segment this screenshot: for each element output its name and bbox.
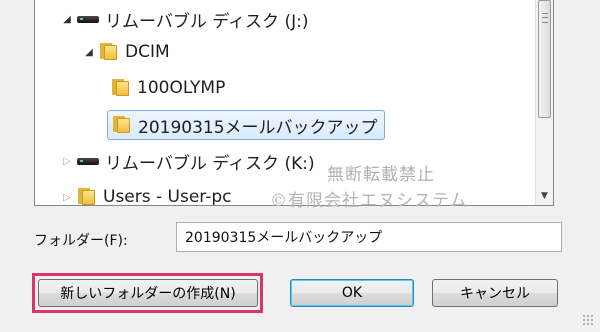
selected-item-highlight[interactable]: 20190315メールバックアップ <box>107 110 385 140</box>
tree-item-users[interactable]: ▷ Users - User-pc <box>61 182 232 206</box>
tree-item-100olymp[interactable]: 100OLYMP <box>111 73 225 103</box>
folder-icon <box>111 79 131 97</box>
expand-arrow-icon[interactable]: ◢ <box>61 13 73 25</box>
tree-item-label: リムーバブル ディスク (K:) <box>105 153 315 174</box>
tree-item-label: DCIM <box>125 42 170 62</box>
collapse-arrow-icon[interactable]: ▷ <box>61 155 73 167</box>
folder-field-label: フォルダー(F): <box>34 233 128 249</box>
removable-drive-icon <box>77 155 99 167</box>
folder-name-input[interactable] <box>176 222 562 252</box>
expand-arrow-icon[interactable]: ◢ <box>83 46 95 58</box>
folder-tree[interactable]: ◢ リムーバブル ディスク (J:) ◢ DCIM 100OLYMP 20190… <box>34 0 554 206</box>
collapse-arrow-icon[interactable]: ▷ <box>61 191 73 203</box>
folder-icon <box>77 188 97 205</box>
new-folder-button[interactable]: 新しいフォルダーの作成(N) <box>38 279 258 307</box>
removable-drive-icon <box>77 13 99 25</box>
tree-item-label: 20190315メールバックアップ <box>138 117 378 138</box>
tree-item-dcim[interactable]: ◢ DCIM <box>83 37 170 67</box>
tree-item-label: 100OLYMP <box>137 78 226 98</box>
scroll-down-arrow-icon[interactable]: ▼ <box>536 187 553 205</box>
folder-icon <box>112 116 132 134</box>
vertical-scrollbar[interactable]: ▼ <box>535 0 553 205</box>
resize-grip-icon[interactable] <box>582 314 594 326</box>
tree-item-label: Users - User-pc <box>103 187 232 206</box>
tree-item-drive-k[interactable]: ▷ リムーバブル ディスク (K:) <box>61 146 315 176</box>
watermark-text: 無断転載禁止 <box>327 165 435 185</box>
cancel-button[interactable]: キャンセル <box>432 279 558 307</box>
tree-item-label: リムーバブル ディスク (J:) <box>105 11 309 32</box>
tree-item-drive-j[interactable]: ◢ リムーバブル ディスク (J:) <box>61 4 308 34</box>
tree-item-20190315[interactable]: 20190315メールバックアップ <box>107 110 385 140</box>
folder-icon <box>99 43 119 61</box>
scrollbar-thumb[interactable] <box>538 0 551 118</box>
watermark-copyright: ©有限会社エヌシステム <box>270 191 468 211</box>
ok-button[interactable]: OK <box>290 279 414 307</box>
